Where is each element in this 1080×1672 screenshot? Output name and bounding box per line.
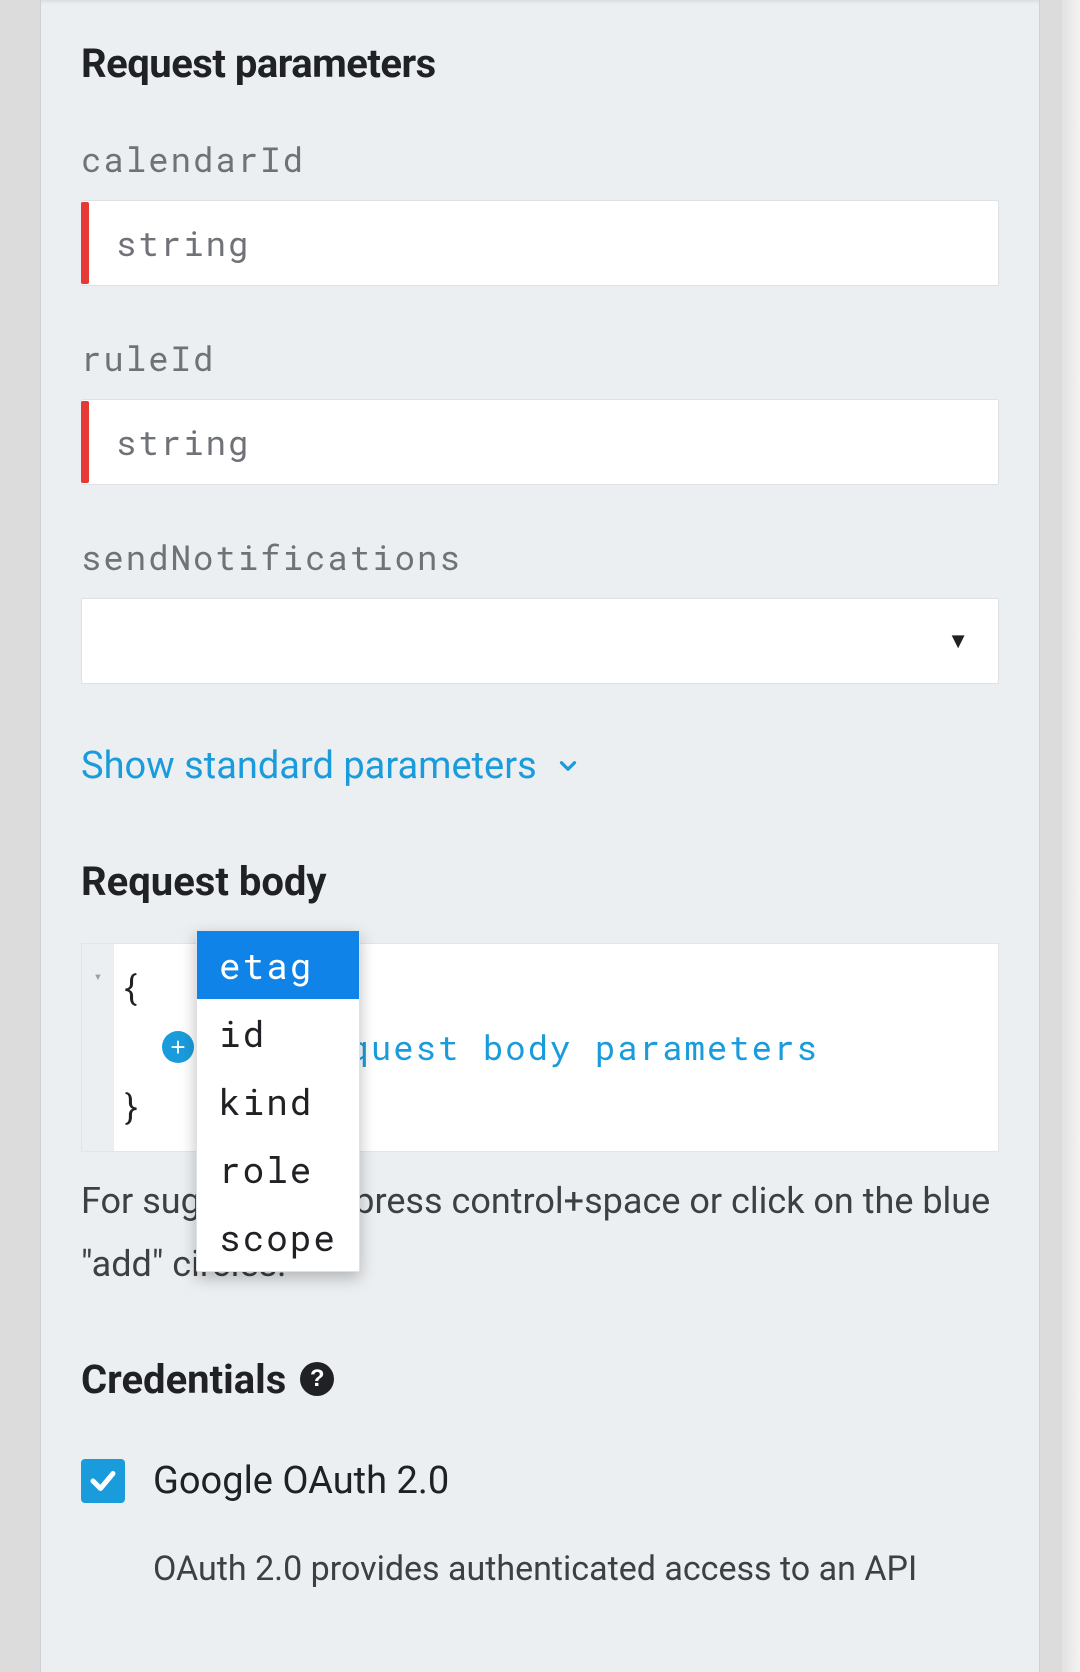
param-select-wrap-sendnotifications: ▼ [81,598,999,684]
calendarid-input[interactable] [81,200,999,286]
oauth-description-cutoff: OAuth 2.0 provides authenticated access … [81,1549,999,1589]
credentials-heading-row: Credentials ? [81,1356,999,1403]
ruleid-input[interactable] [81,399,999,485]
scrollbar-track[interactable] [1062,0,1080,1672]
fold-gutter[interactable]: ▾ [82,944,114,1151]
chevron-down-icon [555,753,581,779]
show-standard-parameters-link[interactable]: Show standard parameters [81,744,581,788]
sendnotifications-select[interactable] [81,598,999,684]
param-input-wrap-calendarid [81,200,999,286]
show-standard-label: Show standard parameters [81,744,537,788]
request-body-heading: Request body [81,858,999,905]
autocomplete-popup[interactable]: etagidkindrolescope [196,930,360,1272]
required-indicator [81,202,89,284]
oauth-checkbox-row[interactable]: Google OAuth 2.0 [81,1459,999,1503]
autocomplete-item-scope[interactable]: scope [197,1203,359,1271]
help-icon[interactable]: ? [300,1362,334,1396]
autocomplete-item-kind[interactable]: kind [197,1067,359,1135]
autocomplete-item-role[interactable]: role [197,1135,359,1203]
dropdown-caret-icon: ▼ [947,628,969,654]
credentials-heading: Credentials [81,1356,286,1403]
param-label-sendnotifications: sendNotifications [81,535,999,580]
plus-circle-icon: + [162,1031,194,1063]
api-explorer-panel: Request parameters calendarId ruleId sen… [40,0,1040,1672]
oauth-label: Google OAuth 2.0 [153,1459,449,1503]
autocomplete-item-etag[interactable]: etag [197,931,359,999]
param-input-wrap-ruleid [81,399,999,485]
request-parameters-heading: Request parameters [81,40,999,87]
autocomplete-item-id[interactable]: id [197,999,359,1067]
required-indicator [81,401,89,483]
checkbox-checked-icon [81,1459,125,1503]
param-label-calendarid: calendarId [81,137,999,182]
param-label-ruleid: ruleId [81,336,999,381]
